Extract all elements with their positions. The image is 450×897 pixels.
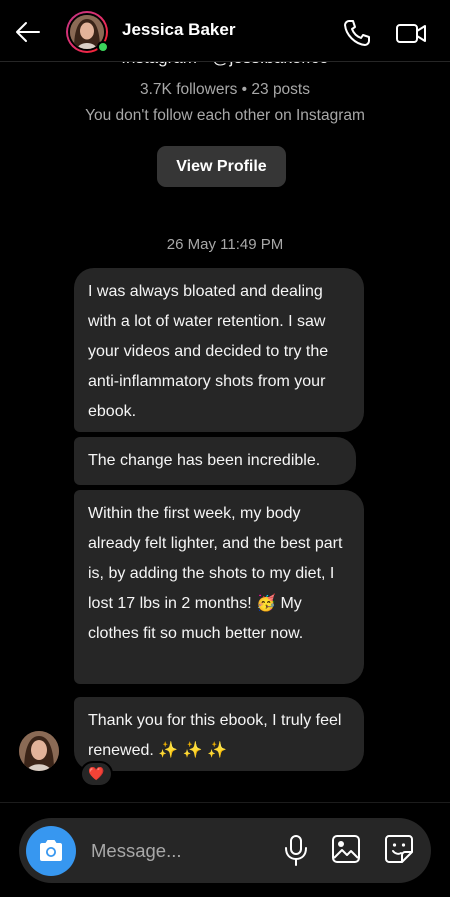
camera-icon bbox=[40, 840, 62, 861]
message-bubble[interactable]: I was always bloated and dealing with a … bbox=[74, 268, 364, 432]
online-status-dot bbox=[97, 41, 109, 53]
video-camera-icon[interactable] bbox=[394, 18, 428, 48]
image-icon[interactable] bbox=[330, 833, 362, 865]
chat-header: Jessica Baker bbox=[0, 0, 450, 62]
follow-status-note: You don't follow each other on Instagram bbox=[85, 107, 365, 124]
contact-avatar[interactable] bbox=[66, 11, 109, 53]
microphone-icon[interactable] bbox=[281, 833, 311, 867]
heart-reaction[interactable]: ❤️ bbox=[80, 761, 113, 787]
message-input[interactable] bbox=[91, 836, 271, 866]
sticker-icon[interactable] bbox=[383, 833, 415, 865]
profile-stats: 3.7K followers • 23 posts bbox=[140, 81, 310, 98]
view-profile-button[interactable]: View Profile bbox=[157, 146, 286, 187]
message-bubble[interactable]: The change has been incredible. bbox=[74, 437, 356, 485]
phone-icon[interactable] bbox=[340, 16, 374, 50]
message-bubble[interactable]: Thank you for this ebook, I truly feel r… bbox=[74, 697, 364, 771]
contact-name[interactable]: Jessica Baker bbox=[122, 20, 235, 40]
avatar-photo-icon bbox=[19, 731, 59, 771]
camera-button[interactable] bbox=[26, 826, 76, 876]
message-composer bbox=[19, 818, 431, 883]
message-timestamp: 26 May 11:49 PM bbox=[166, 236, 284, 253]
message-bubble[interactable]: Within the first week, my body already f… bbox=[74, 490, 364, 684]
composer-divider bbox=[0, 802, 450, 803]
back-arrow-icon[interactable] bbox=[12, 16, 44, 48]
sender-avatar[interactable] bbox=[19, 731, 59, 771]
